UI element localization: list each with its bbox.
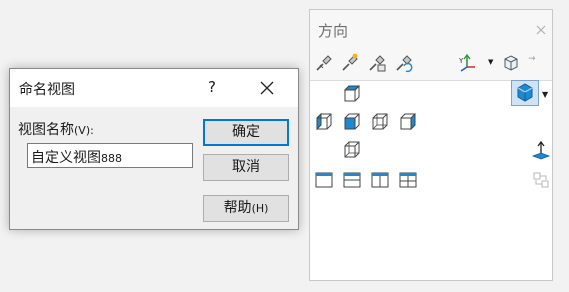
two-view-vertical-icon[interactable] (370, 170, 390, 190)
new-view-icon[interactable] (340, 53, 360, 73)
svg-text:Y: Y (458, 57, 464, 65)
link-views-icon (531, 170, 551, 190)
view-options-icon[interactable] (501, 53, 521, 73)
view-selector-dropdown-icon[interactable]: ▼ (488, 58, 493, 66)
dialog-title: 命名视图 (19, 82, 75, 98)
panel-title: 方向 (318, 22, 349, 40)
four-view-icon[interactable] (398, 170, 418, 190)
view-selector-icon[interactable]: Y (458, 53, 478, 73)
panel-close-icon[interactable] (536, 25, 546, 35)
pin-view-icon[interactable] (314, 53, 334, 73)
two-view-horizontal-icon[interactable] (342, 170, 362, 190)
view-name-input[interactable]: 自定义视图888 (27, 143, 193, 168)
bottom-view-icon[interactable] (342, 140, 362, 160)
help-button[interactable]: 帮助(H) (203, 195, 289, 222)
reset-standard-views-icon[interactable] (394, 53, 414, 73)
toolbar-more-icon[interactable]: → (528, 54, 536, 64)
dialog-help-icon[interactable]: ? (208, 78, 216, 96)
left-view-icon[interactable] (314, 112, 334, 132)
cancel-button[interactable]: 取消 (203, 154, 289, 181)
view-name-label: 视图名称(V): (18, 122, 94, 138)
ok-button[interactable]: 确定 (203, 119, 289, 146)
dialog-body: 视图名称(V): 自定义视图888 确定 取消 帮助(H) (10, 107, 298, 229)
right-view-icon[interactable] (370, 112, 390, 132)
top-view-icon[interactable] (342, 84, 362, 104)
front-view-icon[interactable] (342, 112, 362, 132)
dialog-titlebar[interactable]: 命名视图 ? (10, 69, 298, 107)
name-view-dialog: 命名视图 ? 视图名称(V): 自定义视图888 确定 取消 帮助(H) (9, 68, 299, 230)
back-view-icon[interactable] (398, 112, 418, 132)
orientation-panel: 方向 Y ▼ → ▼ (309, 9, 553, 281)
update-standard-views-icon[interactable] (367, 53, 387, 73)
view-cube-dropdown-icon[interactable]: ▼ (542, 90, 548, 99)
view-cube-button[interactable] (511, 80, 539, 106)
single-view-icon[interactable] (314, 170, 334, 190)
dialog-close-icon[interactable] (257, 78, 277, 98)
normal-to-icon[interactable] (531, 140, 551, 161)
